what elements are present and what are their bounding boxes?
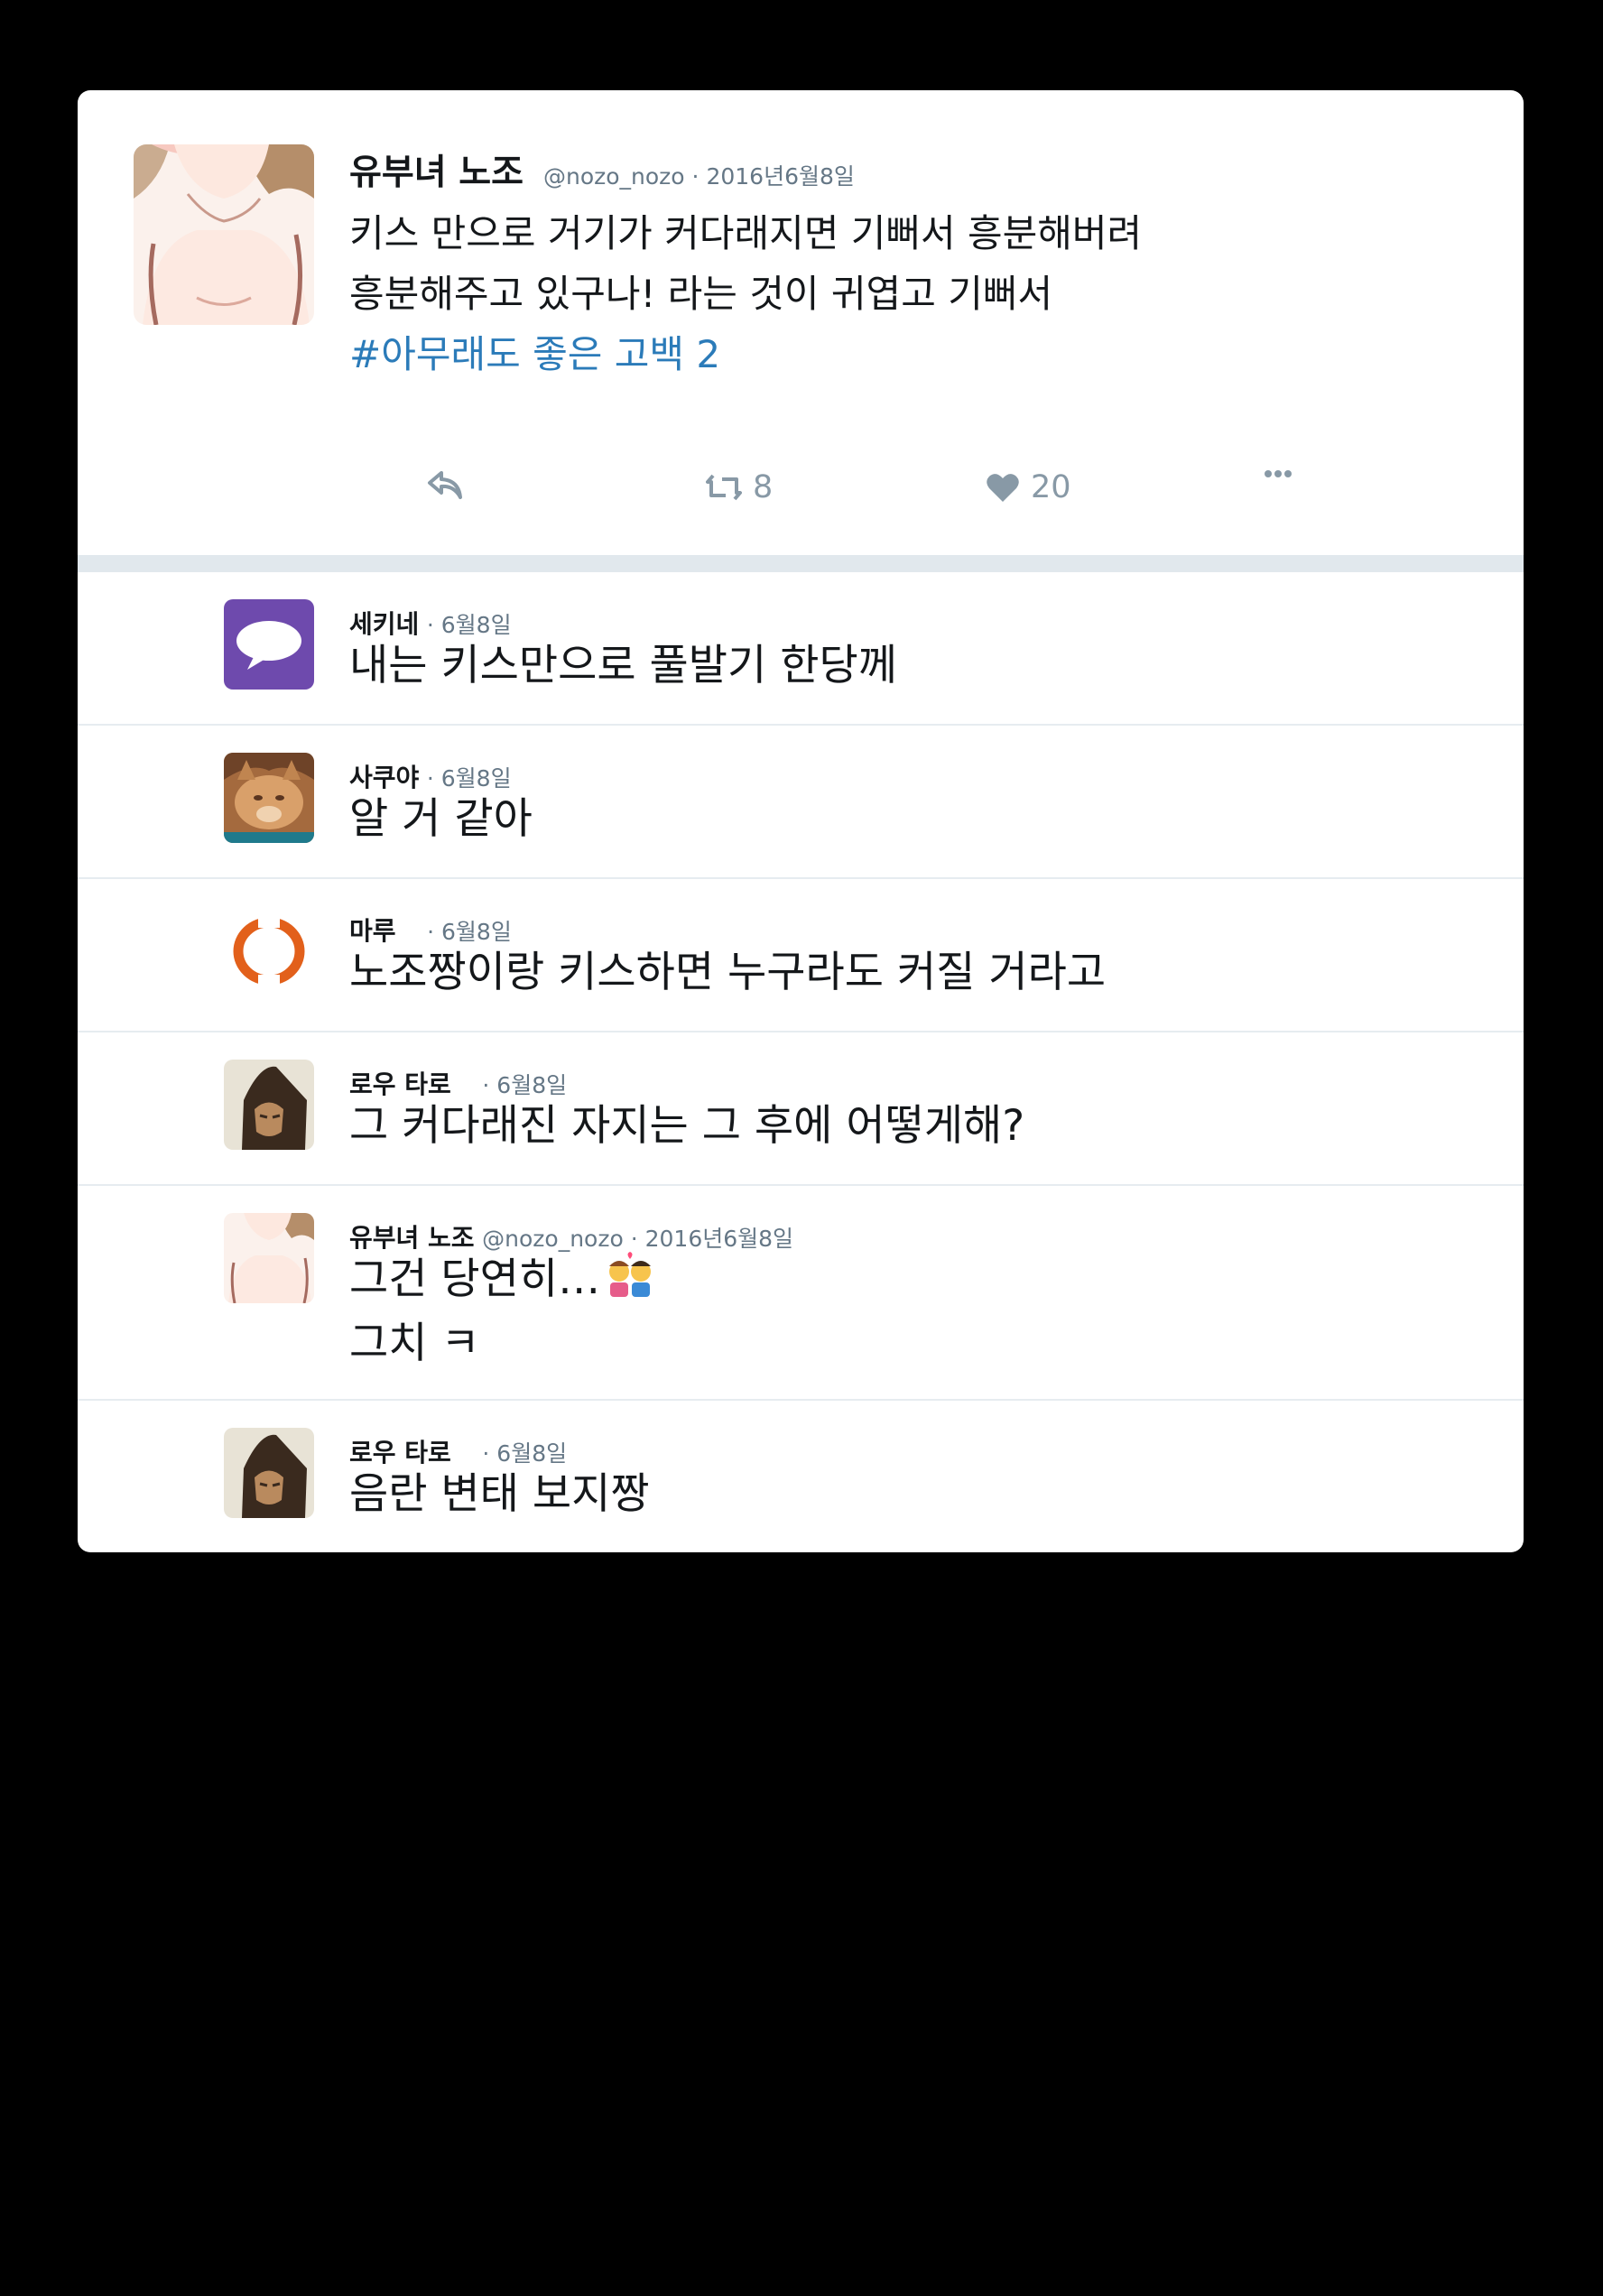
retweet-button[interactable]: 8 [706,469,773,505]
speech-bubble-avatar-icon [224,599,314,690]
hashtag-link[interactable]: #아무래도 좋은 고백 2 [349,324,1142,384]
avatar[interactable] [134,144,314,325]
reply-text: 내는 키스만으로 풀발기 한당께 [349,641,897,690]
reply-text: 그 커다래진 자지는 그 후에 어떻게해? [349,1101,1025,1151]
handle-and-date[interactable]: @nozo_nozo · 2016년6월8일 [543,163,855,190]
avatar[interactable] [224,1428,314,1518]
reply-tweet[interactable]: 로우 타로 · 6월8일 그 커다래진 자지는 그 후에 어떻게해? [78,1032,1524,1186]
reply-text-line: 그건 당연히… [349,1254,601,1304]
reply-date[interactable]: · 6월8일 [482,1072,567,1098]
kissing-couple-emoji [606,1251,654,1313]
reply-date[interactable]: · 6월8일 [427,919,512,945]
anime-girl-avatar-icon [134,144,314,325]
display-name[interactable]: 유부녀 노조 [349,153,524,193]
reply-tweet[interactable]: 마루 · 6월8일 노조짱이랑 키스하면 누구라도 커질 거라고 [78,879,1524,1032]
tweet-header: 유부녀 노조 @nozo_nozo · 2016년6월8일 [349,144,855,195]
handle-and-date[interactable]: @nozo_nozo · 2016년6월8일 [482,1226,793,1252]
hooded-figure-avatar-icon [224,1060,314,1150]
reply-text: 음란 변태 보지짱 [349,1469,650,1519]
reply-text: 그건 당연히… 그치 ㅋ [349,1249,654,1374]
retweet-count: 8 [753,469,774,505]
reply-date[interactable]: · 6월8일 [427,612,512,638]
avatar[interactable] [224,1060,314,1150]
avatar[interactable] [224,1213,314,1303]
tweet-text-line: 키스 만으로 거기가 커다래지면 기뻐서 흥분해버려 [349,211,1143,255]
more-button[interactable] [1264,469,1293,478]
heart-icon [987,474,1019,502]
tweet-text: 키스 만으로 거기가 커다래지면 기뻐서 흥분해버려 흥분해주고 있구나! 라는… [349,203,1142,384]
tweet-thread-card: 유부녀 노조 @nozo_nozo · 2016년6월8일 키스 만으로 거기가 … [78,90,1524,1552]
main-tweet: 유부녀 노조 @nozo_nozo · 2016년6월8일 키스 만으로 거기가 … [78,90,1524,555]
reply-text-line: 그치 ㅋ [349,1318,480,1368]
retweet-icon [706,474,742,501]
reply-text: 알 거 같아 [349,794,533,844]
like-button[interactable]: 20 [986,469,1071,505]
avatar[interactable] [224,906,314,996]
orange-ring-avatar-icon [224,906,314,996]
kissing-couple-emoji-icon [609,1251,652,1297]
reply-date[interactable]: · 6월8일 [482,1440,567,1467]
reply-text: 노조짱이랑 키스하면 누구라도 커질 거라고 [349,948,1107,997]
more-icon [1265,470,1292,477]
reply-tweet[interactable]: 유부녀 노조 @nozo_nozo · 2016년6월8일 그건 당연히… 그치… [78,1186,1524,1401]
reply-date[interactable]: · 6월8일 [427,765,512,792]
cat-avatar-icon [224,753,314,843]
reply-tweet[interactable]: 세키네 · 6월8일 내는 키스만으로 풀발기 한당께 [78,572,1524,726]
hooded-figure-avatar-icon [224,1428,314,1518]
avatar[interactable] [224,753,314,843]
reply-tweet[interactable]: 로우 타로 · 6월8일 음란 변태 보지짱 [78,1401,1524,1552]
section-divider [78,555,1524,572]
tweet-text-line: 흥분해주고 있구나! 라는 것이 귀엽고 기뻐서 [349,272,1053,316]
reply-button[interactable] [427,469,463,502]
anime-girl-avatar-icon [224,1213,314,1303]
reply-icon [428,471,462,499]
avatar[interactable] [224,599,314,690]
like-count: 20 [1031,469,1071,505]
reply-tweet[interactable]: 사쿠야 · 6월8일 알 거 같아 [78,726,1524,879]
tweet-actions: 8 20 [349,469,1342,523]
